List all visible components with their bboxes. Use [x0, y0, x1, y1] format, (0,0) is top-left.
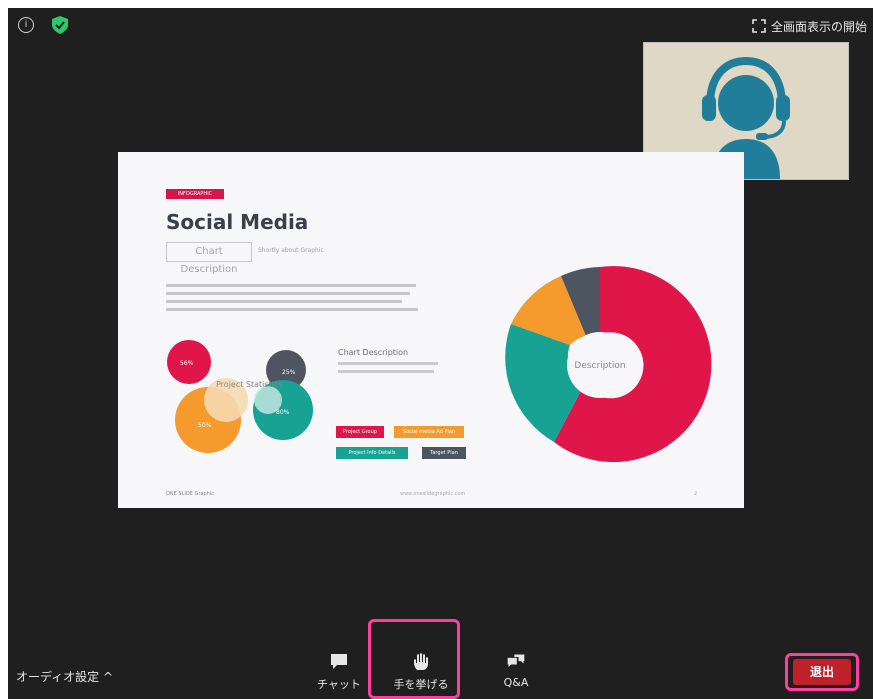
slide-text-line [338, 370, 434, 373]
qa-button[interactable]: Q&A [486, 652, 546, 689]
circle-label-50: 50% [198, 422, 212, 429]
chat-button[interactable]: チャット [309, 652, 369, 692]
chat-icon [331, 654, 347, 669]
legend-item: Project Info Details [336, 447, 408, 459]
qa-label: Q&A [503, 676, 529, 689]
shared-slide: INFOGRAPHIC Social Media Chart Descripti… [118, 152, 744, 508]
legend-item: Project Group [336, 426, 384, 438]
leave-button[interactable]: 退出 [793, 659, 851, 685]
chart-description-label: Chart Description [338, 348, 409, 357]
leave-button-highlight: 退出 [785, 653, 859, 691]
legend-item: Social media Ad Plan [394, 426, 464, 438]
audio-settings-button[interactable]: オーディオ設定 ^ [16, 668, 113, 685]
slide-page-number: 2 [694, 491, 698, 497]
circle-label-56: 56% [180, 360, 194, 367]
qa-icon [507, 654, 525, 667]
webinar-window: i 全画面表示の開始 INFOGRAPHIC Social Media Char… [8, 8, 873, 699]
shield-check-icon[interactable] [52, 16, 68, 34]
slide-footer-brand: ONE SLIDE Graphic [166, 491, 214, 497]
circle-label-80: 80% [276, 409, 290, 416]
fullscreen-icon [752, 19, 766, 33]
fullscreen-label: 全画面表示の開始 [770, 19, 867, 34]
info-icon[interactable]: i [18, 17, 34, 33]
slide-text-line [338, 362, 438, 365]
circle-label-25: 25% [282, 369, 296, 376]
circle-center-label: Project Statistics [216, 380, 282, 389]
fullscreen-button[interactable]: 全画面表示の開始 [748, 16, 871, 36]
donut-center-label: Description [574, 361, 625, 371]
legend-item: Target Plan [422, 447, 466, 459]
slide-footer-url: www.oneslidegraphic.com [400, 491, 466, 497]
raise-hand-highlight [368, 619, 460, 699]
chat-label: チャット [317, 678, 361, 691]
top-bar: i 全画面表示の開始 [8, 8, 873, 40]
